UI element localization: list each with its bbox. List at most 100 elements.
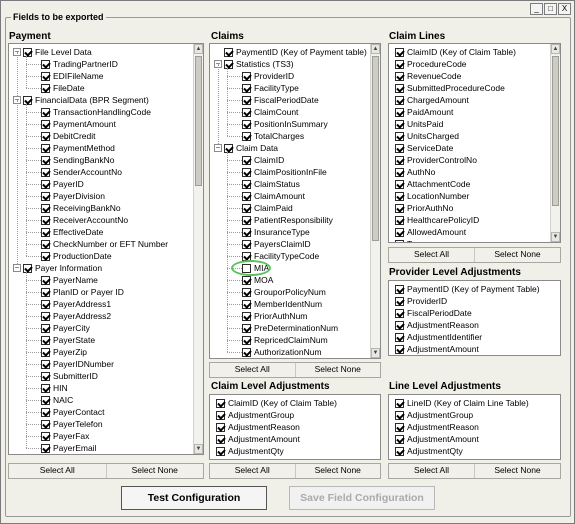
checkbox[interactable] — [41, 227, 50, 237]
checkbox[interactable] — [395, 143, 404, 153]
checkbox[interactable] — [41, 395, 50, 405]
checkbox[interactable] — [41, 419, 50, 429]
checkbox[interactable] — [395, 239, 404, 242]
checkbox[interactable] — [242, 275, 251, 285]
line-adj-select-none-button[interactable]: Select None — [475, 464, 560, 478]
tree-item[interactable]: ClaimPositionInFile — [242, 166, 327, 178]
checkbox[interactable] — [242, 287, 251, 297]
test-configuration-button[interactable]: Test Configuration — [121, 486, 267, 510]
payment-select-all-button[interactable]: Select All — [9, 464, 107, 478]
tree-item[interactable]: AdjustmentReason — [395, 319, 479, 331]
checkbox[interactable] — [216, 434, 225, 444]
checkbox[interactable] — [242, 227, 251, 237]
save-field-configuration-button[interactable]: Save Field Configuration — [289, 486, 435, 510]
checkbox[interactable] — [395, 296, 404, 306]
claim-adj-select-none-button[interactable]: Select None — [296, 464, 381, 478]
tree-item[interactable]: ClaimID (Key of Claim Table) — [216, 397, 337, 409]
checkbox[interactable] — [41, 407, 50, 417]
tree-item[interactable]: ProductionDate — [41, 250, 112, 262]
tree-item[interactable]: PayerIDNumber — [41, 358, 114, 370]
claim-lines-select-none-button[interactable]: Select None — [475, 248, 560, 262]
close-button[interactable]: X — [558, 3, 571, 15]
checkbox[interactable] — [395, 191, 404, 201]
checkbox[interactable] — [395, 119, 404, 129]
checkbox[interactable] — [395, 179, 404, 189]
tree-item[interactable]: PayerEmail — [41, 442, 96, 454]
tree-item[interactable]: PaymentAmount — [41, 118, 116, 130]
checkbox[interactable] — [242, 131, 251, 141]
checkbox[interactable] — [41, 179, 50, 189]
checkbox[interactable] — [41, 335, 50, 345]
tree-item[interactable]: PayerAddress2 — [41, 310, 111, 322]
payment-tree[interactable]: ▲ ▼ − File Level Data TradingPartnerID EDIF… — [8, 43, 204, 455]
tree-item[interactable]: SubmittedProcedureCode — [395, 82, 505, 94]
checkbox[interactable] — [395, 107, 404, 117]
tree-item[interactable]: AuthorizationNum — [242, 346, 322, 358]
tree-item[interactable]: LineID (Key of Claim Line Table) — [395, 397, 529, 409]
collapse-icon[interactable]: − — [214, 144, 222, 152]
claims-scrollbar[interactable]: ▲ ▼ — [370, 44, 380, 358]
checkbox[interactable] — [242, 203, 251, 213]
tree-item[interactable]: SendingBankNo — [41, 154, 114, 166]
payment-select-none-button[interactable]: Select None — [107, 464, 204, 478]
claim-adj-list[interactable]: ClaimID (Key of Claim Table) AdjustmentGr… — [209, 394, 381, 460]
checkbox[interactable] — [41, 251, 50, 261]
checkbox[interactable] — [242, 239, 251, 249]
tree-item[interactable]: DebitCredit — [41, 130, 96, 142]
tree-item[interactable]: ClaimID (Key of Claim Table) — [395, 46, 516, 58]
tree-item[interactable]: PriorAuthNum — [242, 310, 307, 322]
claims-tree[interactable]: ▲ ▼ PaymentID (Key of Payment table) − Sta… — [209, 43, 381, 359]
checkbox[interactable] — [23, 95, 32, 105]
checkbox[interactable] — [41, 347, 50, 357]
tree-item[interactable]: RevenueCode — [395, 70, 461, 82]
tree-item[interactable]: RepricedClaimNum — [242, 334, 328, 346]
checkbox[interactable] — [395, 284, 404, 294]
tree-item[interactable]: ClaimStatus — [242, 178, 300, 190]
checkbox[interactable] — [41, 119, 50, 129]
tree-item[interactable]: ClaimPaid — [242, 202, 293, 214]
minimize-button[interactable]: _ — [530, 3, 543, 15]
tree-item[interactable]: PayerID — [41, 178, 84, 190]
tree-item[interactable]: ChargedAmount — [395, 94, 469, 106]
tree-item[interactable]: AdjustmentQty — [395, 445, 463, 457]
tree-item[interactable]: FiscalPeriodDate — [395, 307, 472, 319]
tree-item[interactable]: FileDate — [41, 82, 85, 94]
checkbox[interactable] — [395, 308, 404, 318]
checkbox[interactable] — [395, 215, 404, 225]
checkbox[interactable] — [395, 71, 404, 81]
checkbox[interactable] — [224, 143, 233, 153]
tree-item[interactable]: PaymentID (Key of Payment table) — [224, 46, 367, 58]
checkbox[interactable] — [242, 323, 251, 333]
tree-item[interactable]: ReceiverAccountNo — [41, 214, 128, 226]
tree-item[interactable]: HealthcarePolicyID — [395, 214, 479, 226]
checkbox[interactable] — [41, 287, 50, 297]
tree-item[interactable]: PayerFax — [41, 430, 89, 442]
checkbox[interactable] — [242, 299, 251, 309]
checkbox[interactable] — [41, 443, 50, 453]
checkbox[interactable] — [242, 311, 251, 321]
tree-item[interactable]: UnitsPaid — [395, 118, 443, 130]
tree-item[interactable]: UnitsCharged — [395, 130, 459, 142]
claims-select-all-button[interactable]: Select All — [210, 363, 296, 377]
scroll-thumb[interactable] — [195, 56, 202, 186]
checkbox[interactable] — [395, 95, 404, 105]
checkbox[interactable] — [395, 47, 404, 57]
tree-item[interactable]: PayerState — [41, 334, 95, 346]
checkbox[interactable] — [395, 344, 404, 354]
checkbox[interactable] — [242, 335, 251, 345]
tree-item[interactable]: Tax — [395, 238, 420, 242]
checkbox[interactable] — [242, 155, 251, 165]
tree-item[interactable]: ClaimID — [242, 154, 284, 166]
payment-scrollbar[interactable]: ▲ ▼ — [193, 44, 203, 454]
checkbox[interactable] — [224, 59, 233, 69]
tree-item[interactable]: LocationNumber — [395, 190, 469, 202]
tree-item[interactable]: AdjustmentAmount — [395, 433, 479, 445]
checkbox[interactable] — [41, 371, 50, 381]
tree-item[interactable]: SubmitterID — [41, 370, 98, 382]
checkbox[interactable] — [395, 320, 404, 330]
provider-adj-list[interactable]: PaymentID (Key of Payment Table) Provider… — [388, 280, 561, 356]
checkbox[interactable] — [395, 155, 404, 165]
tree-item[interactable]: ProviderID — [242, 70, 294, 82]
scroll-thumb[interactable] — [552, 56, 559, 206]
tree-item[interactable]: PlanID or Payer ID — [41, 286, 124, 298]
